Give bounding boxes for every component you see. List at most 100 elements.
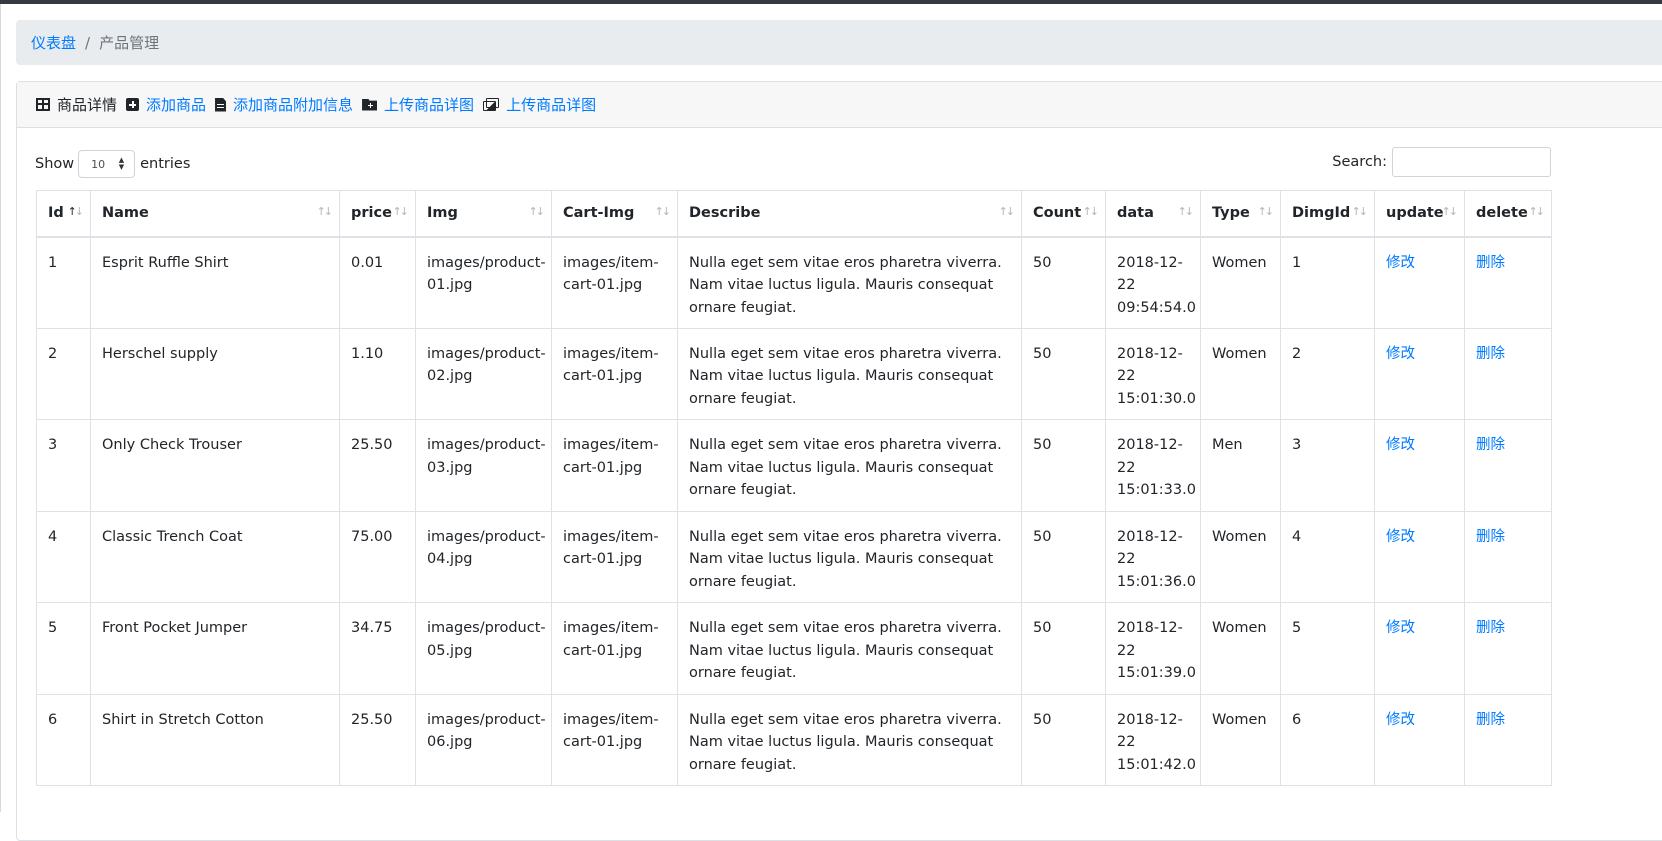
cell-describe: Nulla eget sem vitae eros pharetra viver… xyxy=(677,236,1022,329)
column-header-data[interactable]: data ↑↓ xyxy=(1105,190,1201,238)
column-header-label: Name xyxy=(102,205,149,222)
column-header-type[interactable]: Type ↑↓ xyxy=(1200,190,1281,238)
show-label: Show xyxy=(35,156,75,172)
breadcrumb: 仪表盘 / 产品管理 xyxy=(16,20,1662,65)
images-icon xyxy=(483,98,500,111)
cell-dimgid: 6 xyxy=(1280,693,1375,786)
cell-describe: Nulla eget sem vitae eros pharetra viver… xyxy=(677,510,1022,603)
column-header-count[interactable]: Count ↑↓ xyxy=(1021,190,1106,238)
column-header-label: price xyxy=(351,205,392,222)
add-product-extra-info-link[interactable]: 添加商品附加信息 xyxy=(215,94,353,115)
cell-delete: 删除 xyxy=(1464,602,1552,695)
cell-update: 修改 xyxy=(1374,236,1465,329)
column-header-delete[interactable]: delete ↑↓ xyxy=(1464,190,1552,238)
cell-update: 修改 xyxy=(1374,693,1465,786)
entries-label: entries xyxy=(140,156,191,172)
cell-delete: 删除 xyxy=(1464,419,1552,512)
cell-count: 50 xyxy=(1021,602,1106,695)
delete-link[interactable]: 删除 xyxy=(1476,620,1505,636)
cell-img: images/product-02.jpg xyxy=(415,327,552,420)
column-header-dimgid[interactable]: DimgId ↑↓ xyxy=(1280,190,1375,238)
cell-id: 3 xyxy=(36,419,91,512)
sort-icon: ↑↓ xyxy=(1257,205,1275,218)
add-product-label: 添加商品 xyxy=(146,96,207,114)
cell-name: Classic Trench Coat xyxy=(90,510,340,603)
table-row: 6 Shirt in Stretch Cotton 25.50 images/prod… xyxy=(36,693,1552,786)
folder-plus-icon xyxy=(362,98,378,111)
delete-link[interactable]: 删除 xyxy=(1476,255,1505,271)
cell-cart-img: images/item-cart-01.jpg xyxy=(551,236,678,329)
select-arrows-icon: ▲ ▼ xyxy=(118,156,125,171)
cell-type: Women xyxy=(1200,236,1281,329)
column-header-describe[interactable]: Describe ↑↓ xyxy=(677,190,1022,238)
cell-data: 2018-12-22 09:54:54.0 xyxy=(1105,236,1201,329)
delete-link[interactable]: 删除 xyxy=(1476,712,1505,728)
table-row: 1 Esprit Ruffle Shirt 0.01 images/product-0… xyxy=(36,236,1552,329)
cell-type: Women xyxy=(1200,327,1281,420)
delete-link[interactable]: 删除 xyxy=(1476,437,1505,453)
breadcrumb-current: 产品管理 xyxy=(99,34,160,52)
delete-link[interactable]: 删除 xyxy=(1476,529,1505,545)
edit-link[interactable]: 修改 xyxy=(1386,255,1415,271)
add-product-link[interactable]: 添加商品 xyxy=(126,94,206,115)
cell-delete: 删除 xyxy=(1464,236,1552,329)
column-header-update[interactable]: update ↑↓ xyxy=(1374,190,1465,238)
cell-cart-img: images/item-cart-01.jpg xyxy=(551,327,678,420)
search-input[interactable] xyxy=(1392,147,1551,177)
cell-delete: 删除 xyxy=(1464,510,1552,603)
sort-icon: ↑↓ xyxy=(1351,205,1369,218)
sort-icon: ↑↓ xyxy=(316,205,334,218)
page-length-control: Show 10 ▲ ▼ entries xyxy=(35,150,190,178)
column-header-label: Id xyxy=(48,205,64,222)
column-header-cart-img[interactable]: Cart-Img ↑↓ xyxy=(551,190,678,238)
cell-count: 50 xyxy=(1021,419,1106,512)
column-header-label: update xyxy=(1386,205,1444,222)
breadcrumb-home-link[interactable]: 仪表盘 xyxy=(31,32,76,53)
upload-product-detail-image-label: 上传商品详图 xyxy=(384,96,475,114)
edit-link[interactable]: 修改 xyxy=(1386,620,1415,636)
edit-link[interactable]: 修改 xyxy=(1386,712,1415,728)
cell-type: Men xyxy=(1200,419,1281,512)
column-header-label: Type xyxy=(1212,205,1250,222)
product-details-title: 商品详情 xyxy=(36,94,117,115)
column-header-name[interactable]: Name ↑↓ xyxy=(90,190,340,238)
cell-update: 修改 xyxy=(1374,510,1465,603)
sort-icon: ↑↓ xyxy=(1177,205,1195,218)
sort-icon: ↑↓ xyxy=(654,205,672,218)
cell-price: 34.75 xyxy=(339,602,416,695)
edit-link[interactable]: 修改 xyxy=(1386,529,1415,545)
cell-name: Herschel supply xyxy=(90,327,340,420)
cell-count: 50 xyxy=(1021,327,1106,420)
column-header-img[interactable]: Img ↑↓ xyxy=(415,190,552,238)
page-length-select[interactable]: 10 ▲ ▼ xyxy=(78,150,136,178)
upload-product-detail-image-link[interactable]: 上传商品详图 xyxy=(362,94,474,115)
cell-describe: Nulla eget sem vitae eros pharetra viver… xyxy=(677,602,1022,695)
column-header-id[interactable]: Id ↑↓ xyxy=(36,190,91,238)
cell-dimgid: 4 xyxy=(1280,510,1375,603)
cell-count: 50 xyxy=(1021,236,1106,329)
plus-square-icon xyxy=(126,98,140,111)
cell-cart-img: images/item-cart-01.jpg xyxy=(551,419,678,512)
column-header-label: data xyxy=(1117,205,1154,222)
add-product-extra-info-label: 添加商品附加信息 xyxy=(233,96,354,114)
cell-name: Front Pocket Jumper xyxy=(90,602,340,695)
column-header-label: Count xyxy=(1033,205,1082,222)
upload-product-detail-images-link[interactable]: 上传商品详图 xyxy=(483,94,596,115)
cell-data: 2018-12-22 15:01:36.0 xyxy=(1105,510,1201,603)
edit-link[interactable]: 修改 xyxy=(1386,346,1415,362)
column-header-price[interactable]: price ↑↓ xyxy=(339,190,416,238)
column-header-label: Img xyxy=(427,205,458,222)
cell-dimgid: 2 xyxy=(1280,327,1375,420)
column-header-label: Describe xyxy=(689,205,761,222)
cell-dimgid: 1 xyxy=(1280,236,1375,329)
cell-update: 修改 xyxy=(1374,602,1465,695)
cell-img: images/product-01.jpg xyxy=(415,236,552,329)
cell-cart-img: images/item-cart-01.jpg xyxy=(551,602,678,695)
edit-link[interactable]: 修改 xyxy=(1386,437,1415,453)
delete-link[interactable]: 删除 xyxy=(1476,346,1505,362)
cell-describe: Nulla eget sem vitae eros pharetra viver… xyxy=(677,419,1022,512)
sort-icon: ↑↓ xyxy=(1441,205,1459,218)
card-header: 商品详情 添加商品 添加商品附加信息 上传商品详图 上传商品详图 xyxy=(17,82,1662,128)
sort-icon: ↑↓ xyxy=(392,205,410,218)
search-control: Search: xyxy=(1332,147,1551,177)
